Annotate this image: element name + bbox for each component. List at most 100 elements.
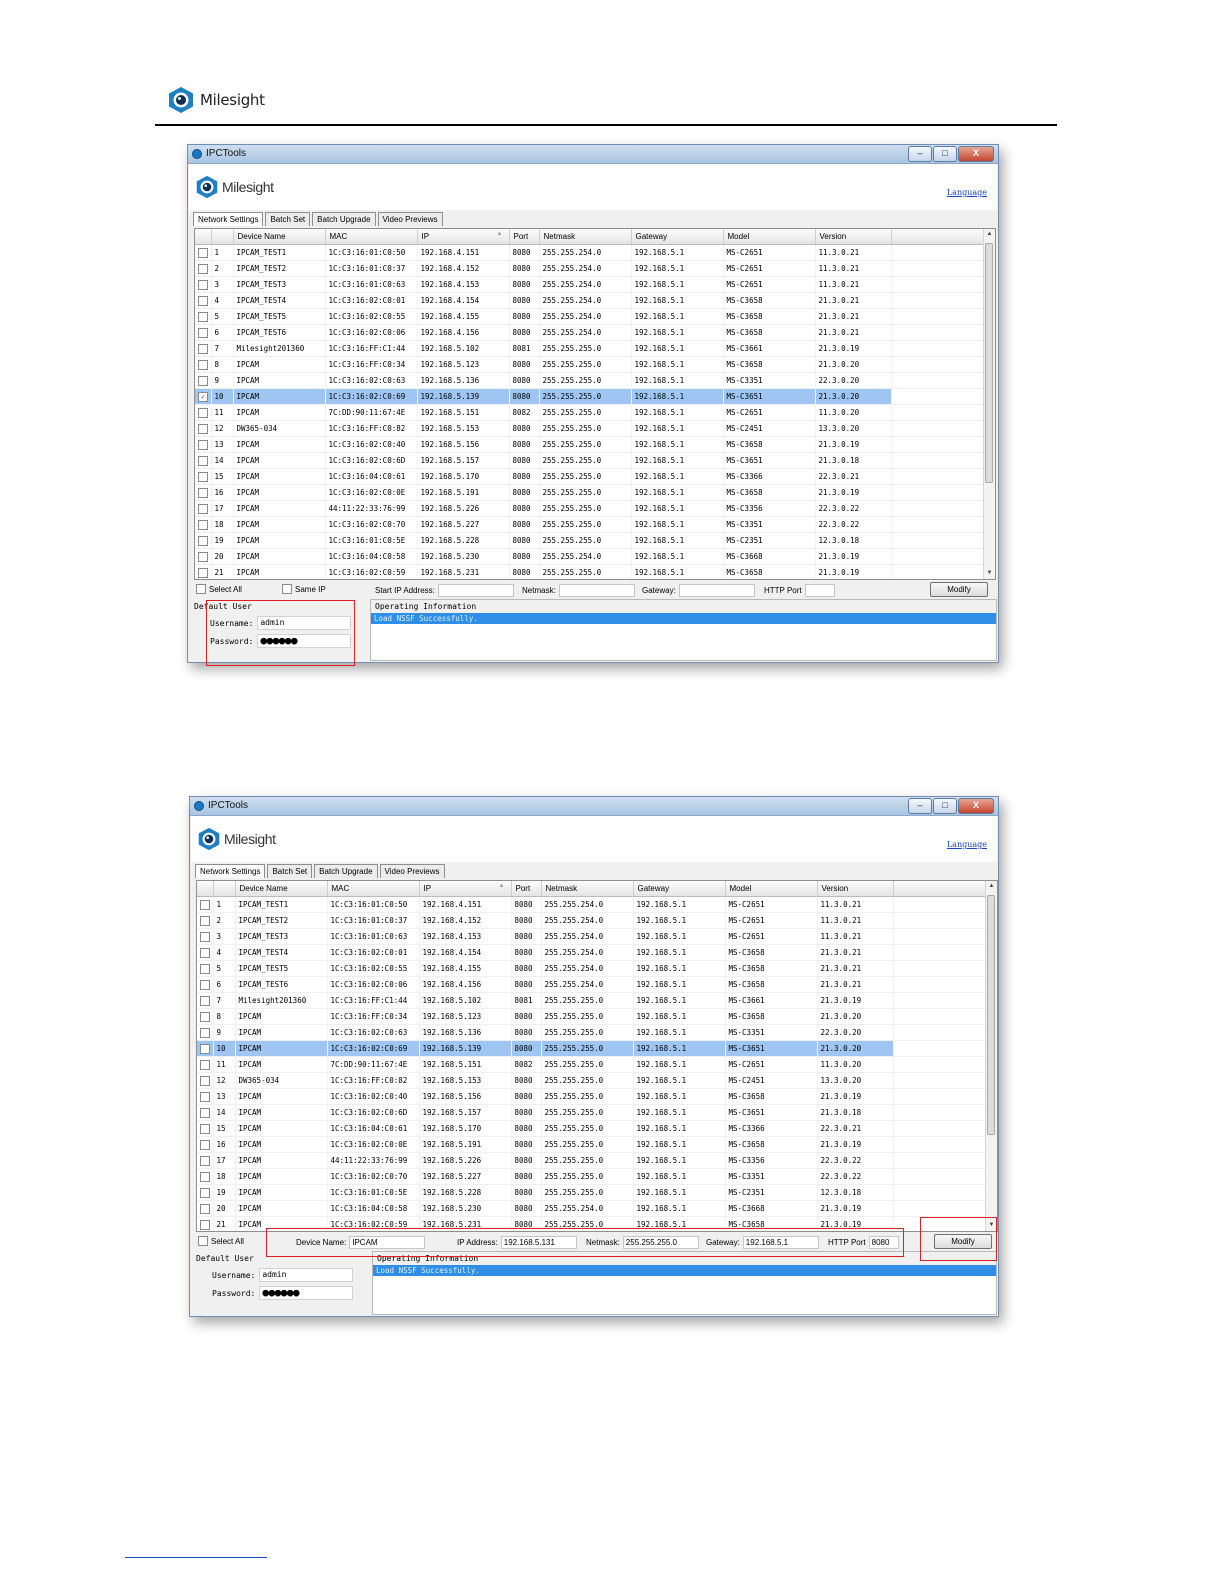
device-row[interactable]: 18 IPCAM 1C:C3:16:02:C0:70 192.168.5.227 808…: [195, 516, 984, 533]
device-row[interactable]: ✓ 10 IPCAM 1C:C3:16:02:C0:69 192.168.5.139 80…: [195, 388, 984, 405]
tab-batch-upgrade[interactable]: Batch Upgrade: [312, 212, 376, 226]
tab-batch-upgrade[interactable]: Batch Upgrade: [314, 864, 378, 878]
col-gateway-header[interactable]: Gateway: [631, 229, 724, 245]
row-checkbox[interactable]: [200, 1027, 210, 1038]
device-row[interactable]: 12 DW365-034 1C:C3:16:FF:C0:82 192.168.5.15…: [197, 1072, 986, 1089]
col-number-header[interactable]: [211, 229, 234, 245]
row-checkbox[interactable]: [200, 979, 210, 990]
row-checkbox[interactable]: [198, 455, 208, 466]
scroll-down-icon[interactable]: ▼: [986, 1220, 997, 1231]
device-name-input[interactable]: IPCAM: [349, 1236, 426, 1249]
http-port-input[interactable]: [804, 584, 835, 597]
row-checkbox[interactable]: [198, 247, 208, 258]
device-row[interactable]: 4 IPCAM_TEST4 1C:C3:16:02:C0:01 192.168.4.1…: [197, 944, 986, 961]
device-row[interactable]: 17 IPCAM 44:11:22:33:76:99 192.168.5.226 808…: [195, 500, 984, 517]
device-row[interactable]: 20 IPCAM 1C:C3:16:04:C0:58 192.168.5.230 808…: [197, 1200, 986, 1217]
maximize-button[interactable]: □: [933, 146, 957, 162]
netmask-input[interactable]: 255.255.255.0: [622, 1236, 699, 1249]
row-checkbox[interactable]: [198, 375, 208, 386]
col-port-header[interactable]: Port: [511, 881, 542, 897]
language-link[interactable]: Language: [947, 188, 987, 197]
row-checkbox[interactable]: [200, 1171, 210, 1182]
device-row[interactable]: 8 IPCAM 1C:C3:16:FF:C0:34 192.168.5.123 8080…: [195, 356, 984, 373]
col-number-header[interactable]: [213, 881, 236, 897]
device-row[interactable]: 19 IPCAM 1C:C3:16:01:C0:5E 192.168.5.228 808…: [197, 1184, 986, 1201]
scroll-up-icon[interactable]: ▲: [984, 229, 995, 240]
operating-info-message[interactable]: Load NSSF Successfully.: [373, 1265, 996, 1276]
device-row[interactable]: 1 IPCAM_TEST1 1C:C3:16:01:C0:50 192.168.4.1…: [197, 896, 986, 913]
row-checkbox[interactable]: [200, 1219, 210, 1230]
close-button[interactable]: X: [958, 798, 994, 814]
minimize-button[interactable]: –: [908, 146, 932, 162]
tab-network-settings[interactable]: Network Settings: [193, 212, 264, 226]
http-port-input[interactable]: 8080: [868, 1236, 899, 1249]
row-checkbox[interactable]: ✓: [198, 391, 208, 402]
row-checkbox[interactable]: [200, 1059, 210, 1070]
scroll-thumb[interactable]: [985, 243, 993, 483]
device-row[interactable]: 19 IPCAM 1C:C3:16:01:C0:5E 192.168.5.228 808…: [195, 532, 984, 549]
device-row[interactable]: 9 IPCAM 1C:C3:16:02:C0:63 192.168.5.136 8080…: [195, 372, 984, 389]
tab-batch-set[interactable]: Batch Set: [267, 864, 313, 878]
tab-network-settings[interactable]: Network Settings: [195, 864, 266, 878]
scroll-up-icon[interactable]: ▲: [986, 881, 997, 892]
window-titlebar[interactable]: IPCTools – □ X: [190, 797, 998, 816]
operating-info-message[interactable]: Load NSSF Successfully.: [371, 613, 996, 624]
col-mac-header[interactable]: MAC: [325, 229, 418, 245]
row-checkbox[interactable]: [200, 915, 210, 926]
row-checkbox[interactable]: [200, 963, 210, 974]
same-ip-checkbox[interactable]: Same IP: [282, 584, 326, 594]
col-device-name-header[interactable]: Device Name: [235, 881, 328, 897]
device-row[interactable]: 7 Milesight201360 1C:C3:16:FF:C1:44 192.168…: [197, 992, 986, 1009]
device-row[interactable]: 14 IPCAM 1C:C3:16:02:C0:6D 192.168.5.157 808…: [195, 452, 984, 469]
ip-address-input[interactable]: 192.168.5.131: [500, 1236, 577, 1249]
row-checkbox[interactable]: [198, 471, 208, 482]
row-checkbox[interactable]: [200, 1107, 210, 1118]
table-scrollbar[interactable]: ▲ ▼: [983, 229, 995, 579]
row-checkbox[interactable]: [198, 359, 208, 370]
scroll-down-icon[interactable]: ▼: [984, 568, 995, 579]
col-ip-header[interactable]: IP ▲: [419, 881, 512, 897]
row-checkbox[interactable]: [198, 423, 208, 434]
device-row[interactable]: 7 Milesight201360 1C:C3:16:FF:C1:44 192.168…: [195, 340, 984, 357]
row-checkbox[interactable]: [198, 567, 208, 578]
row-checkbox[interactable]: [200, 1091, 210, 1102]
row-checkbox[interactable]: [198, 503, 208, 514]
device-row[interactable]: 16 IPCAM 1C:C3:16:02:C0:0E 192.168.5.191 808…: [197, 1136, 986, 1153]
device-row[interactable]: 13 IPCAM 1C:C3:16:02:C0:40 192.168.5.156 808…: [197, 1088, 986, 1105]
col-mac-header[interactable]: MAC: [327, 881, 420, 897]
row-checkbox[interactable]: [200, 1075, 210, 1086]
language-link[interactable]: Language: [947, 840, 987, 849]
table-scrollbar[interactable]: ▲ ▼: [985, 881, 997, 1231]
row-checkbox[interactable]: [200, 899, 210, 910]
device-row[interactable]: 2 IPCAM_TEST2 1C:C3:16:01:C0:37 192.168.4.1…: [195, 260, 984, 277]
device-row[interactable]: 11 IPCAM 7C:DD:90:11:67:4E 192.168.5.151 808…: [197, 1056, 986, 1073]
col-model-header[interactable]: Model: [725, 881, 818, 897]
select-all-checkbox[interactable]: Select All: [196, 584, 242, 594]
modify-button[interactable]: Modify: [930, 582, 988, 597]
close-button[interactable]: X: [958, 146, 994, 162]
select-all-checkbox[interactable]: Select All: [198, 1236, 244, 1246]
row-checkbox[interactable]: [200, 1155, 210, 1166]
col-check-header[interactable]: [197, 881, 214, 897]
row-checkbox[interactable]: [200, 947, 210, 958]
row-checkbox[interactable]: [198, 535, 208, 546]
tab-video-previews[interactable]: Video Previews: [377, 212, 443, 226]
device-row[interactable]: 14 IPCAM 1C:C3:16:02:C0:6D 192.168.5.157 808…: [197, 1104, 986, 1121]
gateway-input[interactable]: 192.168.5.1: [742, 1236, 819, 1249]
row-checkbox[interactable]: [198, 311, 208, 322]
device-row[interactable]: 8 IPCAM 1C:C3:16:FF:C0:34 192.168.5.123 8080…: [197, 1008, 986, 1025]
row-checkbox[interactable]: [200, 1043, 210, 1054]
row-checkbox[interactable]: [198, 343, 208, 354]
row-checkbox[interactable]: [200, 1011, 210, 1022]
tab-batch-set[interactable]: Batch Set: [265, 212, 311, 226]
row-checkbox[interactable]: [198, 263, 208, 274]
row-checkbox[interactable]: [200, 1139, 210, 1150]
col-model-header[interactable]: Model: [723, 229, 816, 245]
username-input[interactable]: admin: [259, 1268, 354, 1282]
col-gateway-header[interactable]: Gateway: [633, 881, 726, 897]
device-row[interactable]: 17 IPCAM 44:11:22:33:76:99 192.168.5.226 808…: [197, 1152, 986, 1169]
device-row[interactable]: 6 IPCAM_TEST6 1C:C3:16:02:C0:06 192.168.4.1…: [197, 976, 986, 993]
row-checkbox[interactable]: [198, 487, 208, 498]
col-version-header[interactable]: Version: [817, 881, 894, 897]
window-titlebar[interactable]: IPCTools – □ X: [188, 145, 998, 164]
